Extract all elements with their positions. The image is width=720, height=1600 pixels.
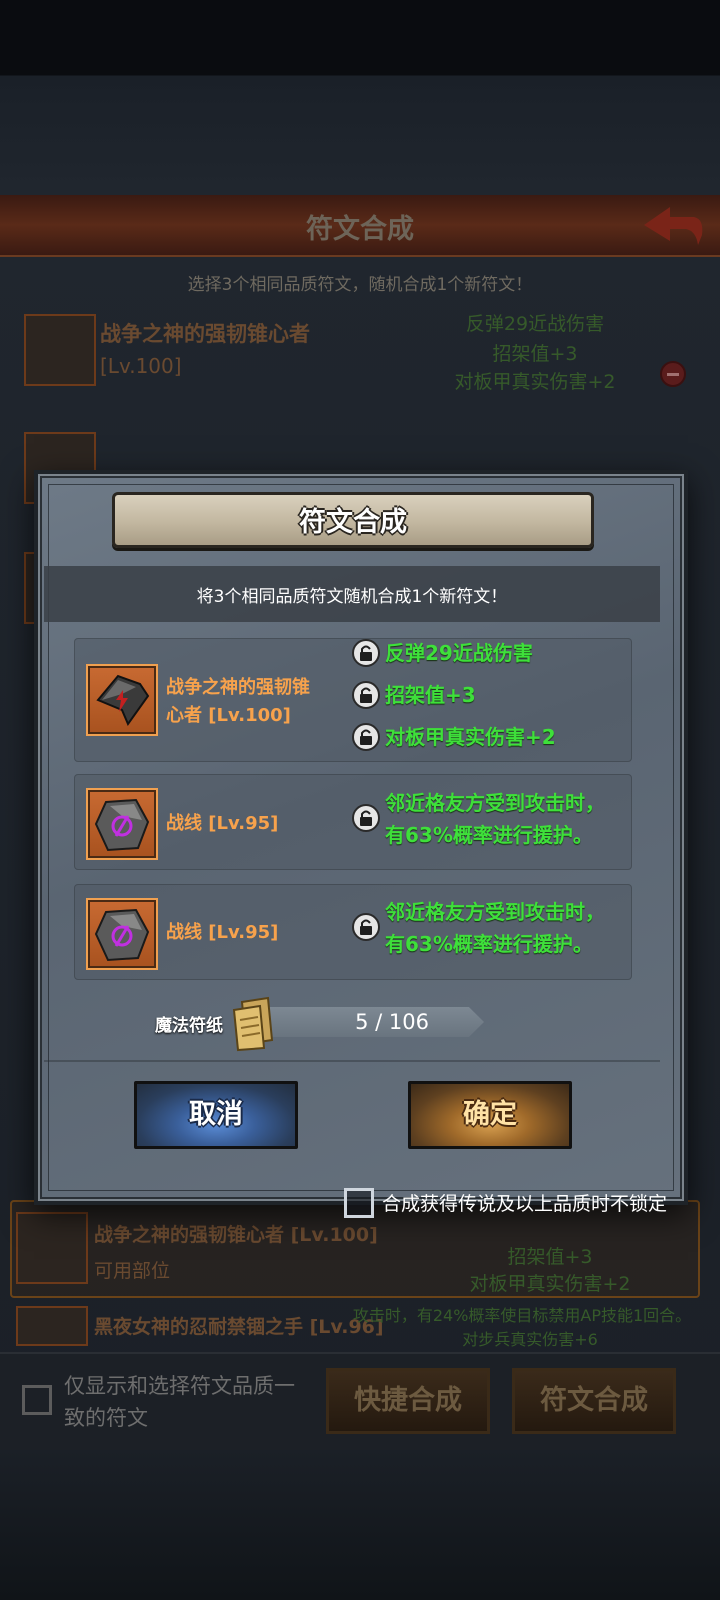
rune-attribute: 招架值+3: [385, 683, 476, 707]
rune-attribute: 邻近格友方受到攻击时，: [385, 791, 605, 815]
lock-icon[interactable]: [352, 681, 380, 709]
rune-name: 战争之神的强韧锥: [166, 677, 310, 698]
magic-paper-label: 魔法符纸: [155, 1016, 223, 1036]
bg-list-row-name: 战争之神的强韧锥心者 [Lv.100]: [94, 1224, 378, 1246]
bg-list-row-attr: 对板甲真实伤害+2: [469, 1273, 631, 1295]
bg-rune-slot[interactable]: [24, 314, 96, 386]
rune-attribute: 反弹29近战伤害: [385, 641, 533, 665]
remove-icon[interactable]: [660, 361, 686, 387]
rune-name: 战线 [Lv.95]: [166, 813, 279, 834]
bg-list-row-attr: 对步兵真实伤害+6: [462, 1330, 598, 1348]
rune-icon-frame[interactable]: [86, 898, 158, 970]
bg-list-row-attr: 攻击时，有24%概率使目标禁用AP技能1回合。: [352, 1306, 692, 1325]
rune-attribute: 邻近格友方受到攻击时，: [385, 900, 605, 924]
dialog-subtitle: 将3个相同品质符文随机合成1个新符文！: [196, 587, 508, 607]
back-arrow-icon[interactable]: [640, 205, 706, 247]
confirm-button[interactable]: 确定: [408, 1081, 572, 1149]
rune-attribute: 对板甲真实伤害+2: [385, 725, 556, 749]
bg-rune-attr: 反弹29近战伤害: [465, 313, 605, 335]
filter-checkbox-label: 仅显示和选择符文品质一: [64, 1374, 295, 1398]
stone-rune-icon: [94, 908, 150, 962]
no-lock-checkbox-label: 合成获得传说及以上品质时不锁定: [382, 1193, 668, 1215]
dialog-divider: [44, 1060, 660, 1062]
quick-merge-button[interactable]: 快捷合成: [326, 1368, 490, 1434]
bg-list-row-slot: 可用部位: [94, 1260, 171, 1282]
bg-hint-text: 选择3个相同品质符文，随机合成1个新符文！: [187, 275, 533, 295]
stone-rune-icon: [94, 798, 150, 852]
magic-paper-value: 5 / 106: [355, 1010, 429, 1034]
bg-list-row-icon: [16, 1212, 88, 1284]
lock-icon[interactable]: [352, 913, 380, 941]
bg-list-row-icon: [16, 1306, 88, 1346]
rune-icon-frame[interactable]: [86, 664, 158, 736]
no-lock-checkbox[interactable]: [344, 1188, 374, 1218]
bg-page-title: 符文合成: [306, 214, 414, 245]
dialog-title: 符文合成: [299, 507, 407, 538]
lock-icon[interactable]: [352, 804, 380, 832]
cancel-button[interactable]: 取消: [134, 1081, 298, 1149]
bg-rune-name: 战争之神的强韧锥心者: [100, 322, 310, 346]
rune-attribute: 有63%概率进行援护。: [385, 932, 593, 956]
bg-rune-attr: 招架值+3: [492, 343, 578, 365]
filter-checkbox[interactable]: [22, 1385, 52, 1415]
magic-paper-icon: [232, 996, 274, 1052]
rune-attribute: 有63%概率进行援护。: [385, 823, 593, 847]
lock-icon[interactable]: [352, 723, 380, 751]
bg-list-row-attr: 招架值+3: [507, 1246, 593, 1268]
lock-icon[interactable]: [352, 639, 380, 667]
rune-icon-frame[interactable]: [86, 788, 158, 860]
bg-rune-level: [Lv.100]: [100, 354, 182, 378]
filter-checkbox-label: 致的符文: [64, 1406, 148, 1430]
rune-name: 心者 [Lv.100]: [166, 705, 291, 726]
rune-name: 战线 [Lv.95]: [166, 922, 279, 943]
bg-rune-attr: 对板甲真实伤害+2: [454, 371, 616, 393]
spiked-rune-icon: [96, 674, 150, 727]
rune-merge-button[interactable]: 符文合成: [512, 1368, 676, 1434]
